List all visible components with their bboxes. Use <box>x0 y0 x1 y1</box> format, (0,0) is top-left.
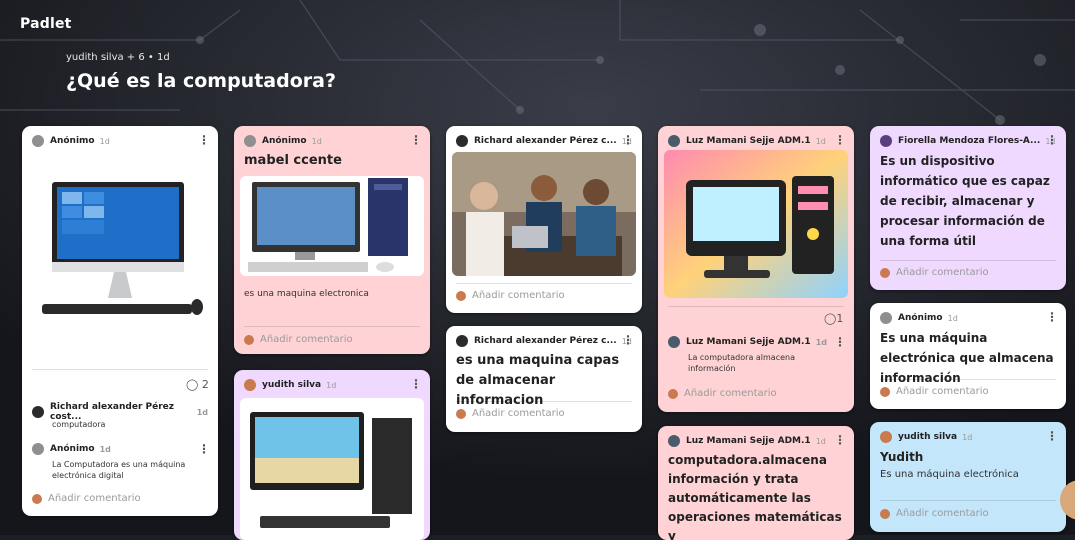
post-subject: Es un dispositivo informático que es cap… <box>880 154 1050 248</box>
post-card[interactable]: Anónimo 1d ⋮ mabel ccente es una maquina… <box>234 126 430 354</box>
avatar <box>32 443 44 455</box>
more-options-icon[interactable]: ⋮ <box>834 335 846 349</box>
students-with-laptop-photo <box>452 152 636 276</box>
more-options-icon[interactable]: ⋮ <box>1046 429 1058 443</box>
post-author: Anónimo <box>262 136 307 146</box>
avatar <box>880 135 892 147</box>
post-card[interactable]: Richard alexander Pérez c... 1d ⋮ es una… <box>446 326 642 432</box>
padlet-logo[interactable]: Padlet <box>20 16 72 32</box>
post-subject: mabel ccente <box>244 153 342 168</box>
post-body: es una maquina electronica <box>244 289 369 299</box>
avatar <box>668 135 680 147</box>
all-in-one-computer-image <box>32 176 208 326</box>
post-time: 1d <box>815 436 826 446</box>
post-time: 1d <box>962 432 973 442</box>
post-author: Richard alexander Pérez c... <box>474 336 617 346</box>
post-author: yudith silva <box>898 432 958 442</box>
more-options-icon[interactable]: ⋮ <box>622 333 634 347</box>
more-options-icon[interactable]: ⋮ <box>410 133 422 147</box>
post-card[interactable]: Fiorella Mendoza Flores-A... 1d ⋮ Es un … <box>870 126 1066 290</box>
add-comment-field[interactable]: Añadir comentario <box>234 334 363 345</box>
comment-text: La computadora almacena información <box>688 353 795 373</box>
post-time: 1d <box>947 313 958 323</box>
more-options-icon[interactable]: ⋮ <box>834 433 846 447</box>
avatar <box>880 312 892 324</box>
more-options-icon[interactable]: ⋮ <box>1046 133 1058 147</box>
avatar <box>668 336 680 348</box>
post-card[interactable]: yudith silva 1d ⋮ Yudith Es una máquina … <box>870 422 1066 532</box>
post-time: 1d <box>815 136 826 146</box>
post-card[interactable]: Luz Mamani Sejje ADM.1 1d ⋮ ◯1 Luz Maman… <box>658 126 854 412</box>
add-comment-field[interactable]: Añadir comentario <box>446 408 575 419</box>
post-author: Luz Mamani Sejje ADM.1 <box>686 136 811 146</box>
post-author: Fiorella Mendoza Flores-A... <box>898 136 1041 146</box>
post-card[interactable]: Luz Mamani Sejje ADM.1 1d ⋮ computadora.… <box>658 426 854 540</box>
board-title: ¿Qué es la computadora? <box>66 70 336 92</box>
board-meta: yudith silva + 6 • 1d <box>66 52 170 63</box>
avatar <box>244 334 254 345</box>
post-time: 1d <box>99 136 110 146</box>
avatar <box>244 379 256 391</box>
add-comment-field[interactable]: Añadir comentario <box>446 290 575 301</box>
add-comment-field[interactable]: Añadir comentario <box>870 267 999 278</box>
post-author: Anónimo <box>898 313 943 323</box>
avatar <box>456 408 466 419</box>
add-comment-field[interactable]: Añadir comentario <box>22 493 151 504</box>
avatar <box>880 431 892 443</box>
avatar <box>32 135 44 147</box>
comment-text: La Computadora es una máquina electrónic… <box>52 460 186 480</box>
more-options-icon[interactable]: ⋮ <box>410 377 422 391</box>
comment-author: Luz Mamani Sejje ADM.1 <box>686 337 811 347</box>
post-author: Richard alexander Pérez c... <box>474 136 617 146</box>
more-options-icon[interactable]: ⋮ <box>834 133 846 147</box>
post-author: yudith silva <box>262 380 322 390</box>
avatar <box>32 493 42 504</box>
post-card[interactable]: yudith silva 1d ⋮ <box>234 370 430 540</box>
avatar <box>32 406 44 418</box>
avatar <box>880 267 890 278</box>
post-subject: Yudith <box>880 450 924 464</box>
computer-illustration-image <box>664 150 848 298</box>
avatar <box>880 508 890 519</box>
add-comment-field[interactable]: Añadir comentario <box>870 508 999 519</box>
avatar <box>244 135 256 147</box>
post-author: Anónimo <box>50 136 95 146</box>
comment-text: computadora <box>52 420 106 429</box>
more-options-icon[interactable]: ⋮ <box>198 133 210 147</box>
more-options-icon[interactable]: ⋮ <box>1046 310 1058 324</box>
post-subject: computadora.almacena información y trata… <box>668 453 842 540</box>
post-time: 1d <box>311 136 322 146</box>
avatar <box>456 290 466 301</box>
avatar <box>668 388 678 399</box>
desktop-computer-image <box>240 398 424 540</box>
desktop-computer-image <box>240 176 424 276</box>
avatar <box>456 135 468 147</box>
post-time: 1d <box>326 380 337 390</box>
comment-time: 1d <box>99 444 111 454</box>
post-card[interactable]: Richard alexander Pérez c... 1d ⋮ Añadir… <box>446 126 642 313</box>
avatar <box>668 435 680 447</box>
comment-author: Anónimo <box>50 444 95 454</box>
post-card[interactable]: Anónimo 1d ⋮ ◯ 2 Richard alexander Pérez… <box>22 126 218 516</box>
comment-time: 1d <box>815 337 827 347</box>
post-body: Es una máquina electrónica <box>880 469 1019 480</box>
comment-count: ◯1 <box>824 312 844 325</box>
post-author: Luz Mamani Sejje ADM.1 <box>686 436 811 446</box>
more-options-icon[interactable]: ⋮ <box>622 133 634 147</box>
add-comment-field[interactable]: Añadir comentario <box>658 388 787 399</box>
avatar <box>456 335 468 347</box>
avatar <box>880 386 890 397</box>
more-options-icon[interactable]: ⋮ <box>198 442 210 456</box>
add-comment-field[interactable]: Añadir comentario <box>870 386 999 397</box>
comment-time: 1d <box>196 407 208 417</box>
post-card[interactable]: Anónimo 1d ⋮ Es una máquina electrónica … <box>870 303 1066 409</box>
comment-count: ◯ 2 <box>186 378 209 391</box>
